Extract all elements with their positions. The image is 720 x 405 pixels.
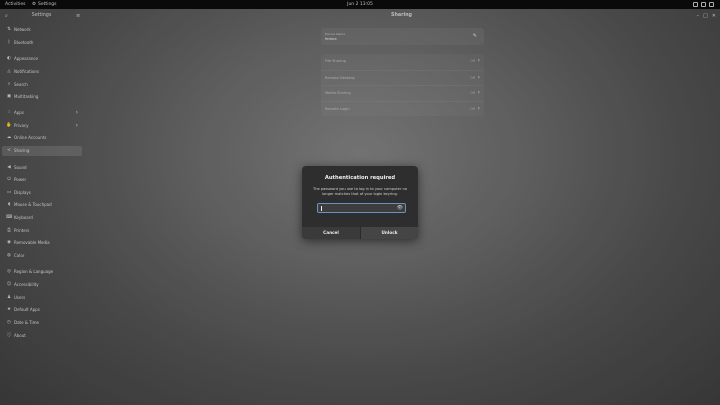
cancel-button[interactable]: Cancel bbox=[302, 227, 360, 239]
unlock-button[interactable]: Unlock bbox=[360, 227, 418, 239]
password-field[interactable]: 👁 bbox=[317, 203, 406, 213]
eye-icon[interactable]: 👁 bbox=[397, 204, 403, 212]
dialog-title: Authentication required bbox=[324, 175, 396, 181]
dialog-message: The password you use to log in to your c… bbox=[313, 187, 407, 197]
password-input[interactable] bbox=[320, 205, 396, 211]
authentication-dialog: Authentication required The password you… bbox=[302, 166, 418, 239]
